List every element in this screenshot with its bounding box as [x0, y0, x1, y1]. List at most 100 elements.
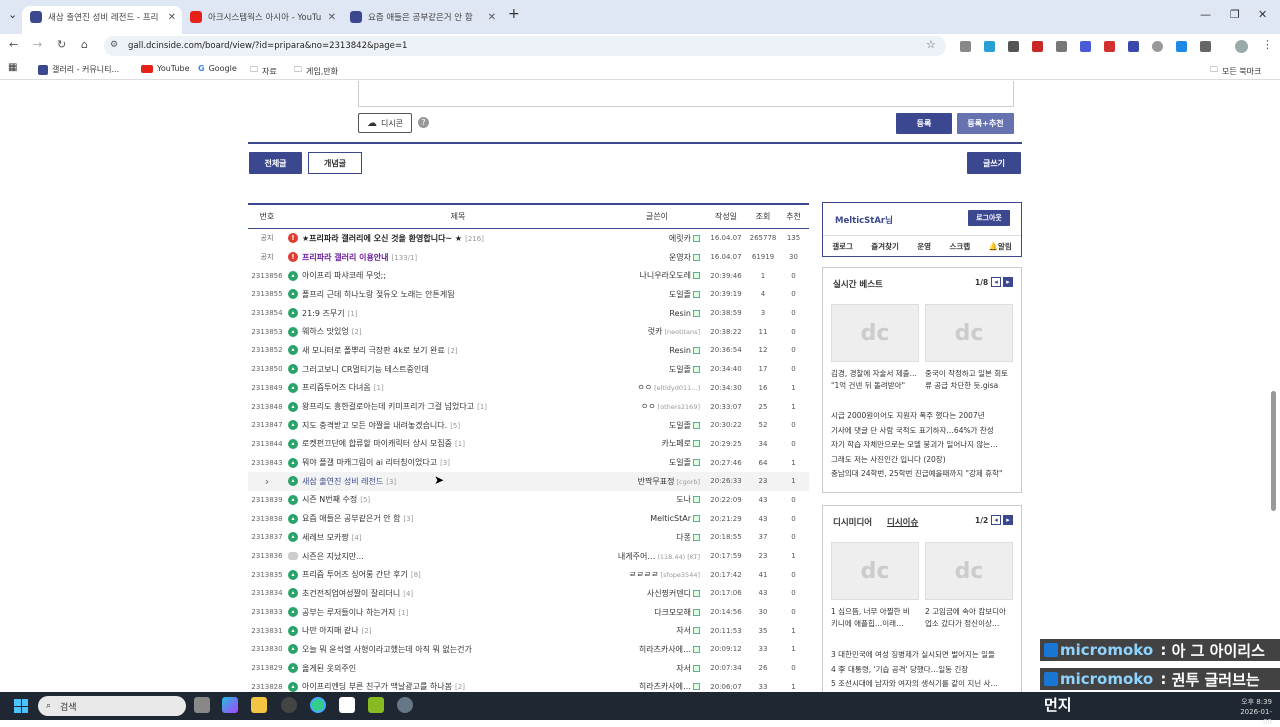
thumbnail-image[interactable]: dc	[925, 542, 1013, 600]
obs-icon[interactable]	[281, 697, 297, 713]
post-title-link[interactable]: 아이프리엔딩 부른 친구가 맥날광고를 하나봄	[302, 682, 452, 691]
post-title-link[interactable]: 그러고보니 CR멀티기능 테스트중인데	[302, 365, 429, 374]
task-view-icon[interactable]	[194, 697, 210, 713]
bookmark-folder-games[interactable]: 🗀 게임,만화	[294, 64, 338, 78]
table-row[interactable]: 2313836 시즌은 지났지만... 내게주어… (118.44) [KT] 20:1…	[248, 547, 809, 566]
writer-name[interactable]: 카노페로	[662, 439, 691, 448]
best-caption[interactable]: 중국이 작정하고 일본 회토 류 공급 차단한 듯.gisa	[925, 368, 1017, 392]
writer-name[interactable]: Resin	[669, 346, 691, 355]
gallog-icon[interactable]	[693, 440, 700, 448]
media-item[interactable]: 4 李 대통령, '기습 공격' 당했다…일동 긴장	[831, 663, 1017, 678]
settings-icon[interactable]	[397, 697, 413, 713]
media-caption[interactable]: 2 고임금에 속아 캄보디아 업소 갔다가 정신이상…	[925, 606, 1017, 630]
prev-icon[interactable]: ◂	[991, 277, 1001, 287]
user-name[interactable]: MelticStAr님	[835, 214, 893, 226]
comment-count[interactable]: [1]	[348, 310, 358, 318]
dccon-button[interactable]: ☁ 디시콘	[358, 113, 412, 133]
post-title-link[interactable]: 프리즘 투어즈 싱어롱 간단 후기	[302, 570, 408, 579]
comment-count[interactable]: [1]	[477, 403, 487, 411]
chrome-icon[interactable]	[310, 697, 326, 713]
thumbnail-image[interactable]: dc	[831, 304, 919, 362]
site-info-icon[interactable]: ⚙	[110, 40, 118, 50]
writer-name[interactable]: 나니우라오도레	[639, 271, 691, 280]
post-title-link[interactable]: 지도 충격받고 모든 야짤을 내려놓겠습니다.	[302, 421, 447, 430]
comment-count[interactable]: [5]	[450, 422, 460, 430]
gallog-icon[interactable]	[693, 608, 700, 616]
all-bookmarks[interactable]: 🗀 모든 북마크	[1210, 64, 1261, 78]
table-row[interactable]: 2313835 ▴ 프리즘 투어즈 싱어롱 간단 후기 [8] ㄹㄹㄹㄹ [sfope35…	[248, 565, 809, 584]
table-row[interactable]: 2313843 ▴ 뭐야 플갤 마캐그림이 ai 리터칭이었다고 [3] 도일졸 20:2…	[248, 453, 809, 472]
writer-name[interactable]: 에릿카	[669, 234, 691, 243]
writer-name[interactable]: 도일졸	[669, 365, 691, 374]
download-icon[interactable]	[1176, 41, 1187, 52]
comment-count[interactable]: [4]	[403, 590, 413, 598]
gallog-icon[interactable]	[693, 365, 700, 373]
comment-count[interactable]: [2]	[352, 328, 362, 336]
table-row[interactable]: 2313854 ▴ 21:9 즈무기 [1] Resin 20:38:59 3 0	[248, 304, 809, 323]
table-row[interactable]: 2313828 ▴ 아이프리엔딩 부른 친구가 맥날광고를 하나봄 [2] 히라츠카사에…	[248, 678, 809, 693]
submit-recommend-button[interactable]: 등록+추천	[957, 113, 1014, 134]
media-item[interactable]: 3 대한민국에 여성 징병제가 실시되면 벌어지는 일들	[831, 648, 1017, 663]
post-title-link[interactable]: 시즌은 지났지만...	[302, 552, 364, 561]
next-icon[interactable]: ▸	[1003, 515, 1013, 525]
gallog-icon[interactable]	[693, 459, 700, 467]
concept-posts-button[interactable]: 개념글	[308, 152, 362, 174]
writer-name[interactable]: 내게주어…	[618, 552, 655, 561]
post-title-link[interactable]: 프리파라 갤러리 이용안내	[302, 253, 389, 262]
best-item[interactable]: 기사에 댓글 단 사람 국적도 표기하자…64%가 찬성	[831, 424, 1017, 439]
back-icon[interactable]: ←	[9, 38, 18, 51]
post-title-link[interactable]: ★프리파라 갤러리에 오신 것을 환영합니다~ ★	[302, 234, 462, 243]
close-window-button[interactable]: ✕	[1258, 8, 1267, 21]
gallog-icon[interactable]	[693, 346, 700, 354]
forward-icon[interactable]: →	[33, 38, 42, 51]
best-item[interactable]: 자기 학습 자체만으로는 모델 붕괴가 일어나지 않는…	[831, 438, 1017, 453]
tab-close-icon[interactable]: ✕	[168, 12, 176, 23]
writer-name[interactable]: 히라츠카사에…	[639, 682, 691, 691]
notification-link[interactable]: 🔔알림	[989, 241, 1012, 252]
bookmark-folder-resources[interactable]: 🗀 자료	[250, 64, 277, 78]
gallog-icon[interactable]	[693, 272, 700, 280]
app-icon[interactable]	[368, 697, 384, 713]
extension-icon[interactable]	[1032, 41, 1043, 52]
post-title-link[interactable]: 공부는 루저들이나 하는거지	[302, 608, 395, 617]
new-tab-button[interactable]: +	[508, 6, 520, 22]
scrap-link[interactable]: 스크랩	[949, 241, 970, 252]
post-title-link[interactable]: 아이프리 파샤코레 무엇;;	[302, 271, 386, 280]
extensions-puzzle-icon[interactable]	[1200, 41, 1211, 52]
gallog-icon[interactable]	[693, 290, 700, 298]
extension-icon[interactable]	[984, 41, 995, 52]
extension-icon[interactable]	[1128, 41, 1139, 52]
writer-name[interactable]: 다퐁	[676, 533, 691, 542]
media-item[interactable]: 5 조선시대에 남자와 여자의 생식기를 같이 지닌 사…	[831, 677, 1017, 692]
comment-count[interactable]: [2]	[448, 347, 458, 355]
post-title-link[interactable]: 오늘 뭐 윤석열 사형이라고했는데 아직 뭐 없는건가	[302, 645, 472, 654]
dcmedia-tab[interactable]: 디시미디어	[833, 516, 872, 528]
post-title-link[interactable]: 왕프리도 흥한걸로아는데 키미프리가 그걸 넘었다고	[302, 402, 474, 411]
comment-count[interactable]: [133/1]	[392, 254, 418, 262]
post-title-link[interactable]: 뭐야 플갤 마캐그림이 ai 리터칭이었다고	[302, 458, 437, 467]
table-row[interactable]: 2313847 ▴ 지도 충격받고 모든 야짤을 내려놓겠습니다. [5] 도일졸 20:…	[248, 416, 809, 435]
thumbnail-image[interactable]: dc	[925, 304, 1013, 362]
writer-name[interactable]: 반짝무표정	[638, 477, 675, 486]
comment-count[interactable]: [4]	[352, 534, 362, 542]
home-icon[interactable]: ⌂	[81, 38, 88, 51]
writer-name[interactable]: ㅇㅇ	[637, 383, 652, 392]
gallog-icon[interactable]	[693, 664, 700, 672]
best-item[interactable]: 시급 2000원이어도 지원자 폭주 했다는 2007년	[831, 409, 1017, 424]
comment-count[interactable]: [3]	[404, 515, 414, 523]
address-bar[interactable]: gall.dcinside.com/board/view/?id=pripara…	[104, 36, 946, 56]
writer-name[interactable]: 자서	[676, 626, 691, 635]
gallog-icon[interactable]	[693, 533, 700, 541]
submit-comment-button[interactable]: 등록	[896, 113, 952, 134]
table-row[interactable]: 2313850 ▴ 그러고보니 CR멀티기능 테스트중인데 도일졸 20:34:40 17…	[248, 360, 809, 379]
write-button[interactable]: 글쓰기	[967, 152, 1021, 174]
table-row[interactable]: 2313848 ▴ 왕프리도 흥한걸로아는데 키미프리가 그걸 넘었다고 [1] ㅇㅇ[…	[248, 397, 809, 416]
extension-icon[interactable]	[1056, 41, 1067, 52]
media-caption[interactable]: 1 심으뜸, 너무 아찔한 비 키니에 애플힙…이래…	[831, 606, 921, 630]
browser-tab[interactable]: 요즘 애들은 공부같은거 안 함 ✕	[342, 6, 502, 28]
table-row[interactable]: 공지! ★프리파라 갤러리에 오신 것을 환영합니다~ ★ [216] 에릿카 16.0…	[248, 229, 809, 248]
logout-button[interactable]: 로그아웃	[968, 210, 1010, 226]
comment-count[interactable]: [216]	[465, 235, 484, 243]
post-title-link[interactable]: 나만 아지매 같나	[302, 626, 359, 635]
extension-icon[interactable]	[960, 41, 971, 52]
